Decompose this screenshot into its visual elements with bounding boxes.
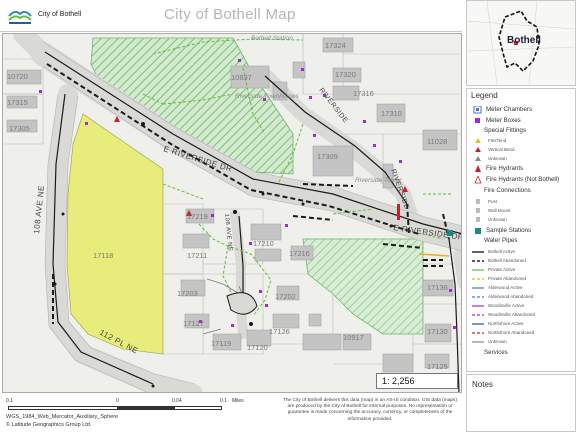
parcel-label: 17136 <box>427 283 448 292</box>
legend-group-heading: Water Pipes <box>484 237 518 244</box>
parcel-label: 17130 <box>427 327 448 336</box>
scale-tick: 0 <box>116 398 119 404</box>
parcel-label: 17127 <box>183 319 204 328</box>
area-label-riverside-townhomes: Riverside Townhomes <box>235 93 299 100</box>
parcel-label: 10720 <box>7 72 28 81</box>
wall-mount-icon <box>476 208 480 213</box>
overview-label: Bothell <box>507 35 541 46</box>
scale-tick: 0.04 <box>172 398 182 404</box>
line-private-active-icon <box>472 269 484 271</box>
page-title: City of Bothell Map <box>164 6 296 23</box>
parcel-label: 17202 <box>275 292 296 301</box>
parcel-label: 17203 <box>177 289 198 298</box>
city-logo-icon <box>7 6 33 26</box>
legend-group-heading: Services <box>484 349 508 356</box>
line-woodinville-abandoned-icon <box>472 314 484 316</box>
area-label-bothell-station: Bothell Station <box>251 35 293 42</box>
meter-chamber-icon <box>473 106 482 114</box>
legend-item: Sample Stations <box>470 226 575 236</box>
vertical-bend-icon <box>475 147 481 152</box>
scale-segment <box>8 406 118 410</box>
line-northshore-abandoned-icon <box>472 332 484 334</box>
parcel-label: 17309 <box>317 152 338 161</box>
meter-box-icon <box>475 118 480 123</box>
legend-item: Fire Hydrants (Not Bothell) <box>470 175 575 185</box>
line-alderwood-abandoned-icon <box>472 296 484 298</box>
parcel-label: 17315 <box>7 98 28 107</box>
parcel-label: 17211 <box>187 251 207 260</box>
hydrant-lateral <box>397 204 400 220</box>
unknown-connection-icon <box>476 217 480 222</box>
scale-indicator: 1: 2,256 <box>376 373 458 389</box>
scale-bar: 0.1 0 0.04 0.1 Miles <box>6 398 246 414</box>
parcel-label: 17120 <box>247 343 268 352</box>
parcel-label: 17126 <box>269 327 290 336</box>
fire-hydrant-icon <box>475 165 481 172</box>
fire-hydrant-other-icon <box>474 176 482 184</box>
scale-segment <box>118 406 174 410</box>
parcel-label: 11028 <box>427 137 447 146</box>
scale-tick: 0.1 <box>220 398 227 404</box>
line-bothell-abandoned-icon <box>472 260 484 262</box>
parcel-label: 17125 <box>427 362 448 371</box>
line-private-abandoned-icon <box>472 278 484 280</box>
legend-title: Legend <box>471 91 498 100</box>
unknown-fitting-icon <box>475 156 481 161</box>
flextend-icon <box>475 138 481 143</box>
notes-panel: Notes <box>466 374 576 432</box>
map-view[interactable]: 10720 17315 17305 17324 17320 17316 1731… <box>2 33 462 393</box>
projection-text: WGS_1984_Web_Mercator_Auxiliary_Sphere <box>6 414 119 420</box>
map-header: City of Bothell City of Bothell Map <box>0 0 462 32</box>
line-alderwood-active-icon <box>472 287 484 289</box>
notes-title: Notes <box>472 380 493 389</box>
parcel-label: 17316 <box>353 89 374 98</box>
parcel-label: 17219 <box>187 212 208 221</box>
legend-item: Unknown <box>470 337 575 347</box>
map-footer: 0.1 0 0.04 0.1 Miles WGS_1984_Web_Mercat… <box>0 394 462 432</box>
legend-group-heading: Fire Connections <box>484 187 531 194</box>
parcel-label: 17310 <box>381 109 402 118</box>
legend-item: Unknown <box>470 215 575 225</box>
parcel-label: 17118 <box>93 251 113 260</box>
legend-panel: Legend Meter Chambers Meter Boxes Specia… <box>466 88 576 372</box>
line-northshore-active-icon <box>472 323 484 325</box>
parcel-label: 17320 <box>335 70 356 79</box>
parcel-label: 17210 <box>253 239 274 248</box>
line-unknown-icon <box>472 341 484 343</box>
line-bothell-active-icon <box>472 251 484 253</box>
parcel-label: 17119 <box>211 339 231 348</box>
legend-item: Unknown <box>470 154 575 164</box>
legend-item: Meter Chambers <box>470 105 575 115</box>
post-icon <box>476 199 480 204</box>
parcel-label: 10837 <box>231 73 252 82</box>
legend-item: Meter Boxes <box>470 116 575 126</box>
parcel-label: 17305 <box>9 124 30 133</box>
scale-tick: 0.1 <box>6 398 13 404</box>
org-name: City of Bothell <box>38 11 82 18</box>
copyright-text: © Latitude Geographics Group Ltd. <box>6 422 92 428</box>
legend-item: Fire Hydrants <box>470 164 575 174</box>
parcel-label: 17216 <box>289 249 310 258</box>
disclaimer-text: The City of Bothell delivers this data (… <box>282 398 458 422</box>
map-canvas[interactable]: 10720 17315 17305 17324 17320 17316 1731… <box>3 34 462 393</box>
legend-group-heading: Special Fittings <box>484 127 526 134</box>
scale-unit: Miles <box>232 398 244 404</box>
overview-map[interactable]: Bothell <box>466 0 576 86</box>
sample-station-icon <box>475 228 481 234</box>
parcel-label: 10917 <box>343 333 364 342</box>
line-woodinville-active-icon <box>472 305 484 307</box>
scale-segment <box>174 406 222 410</box>
parcel-label: 17324 <box>325 41 346 50</box>
